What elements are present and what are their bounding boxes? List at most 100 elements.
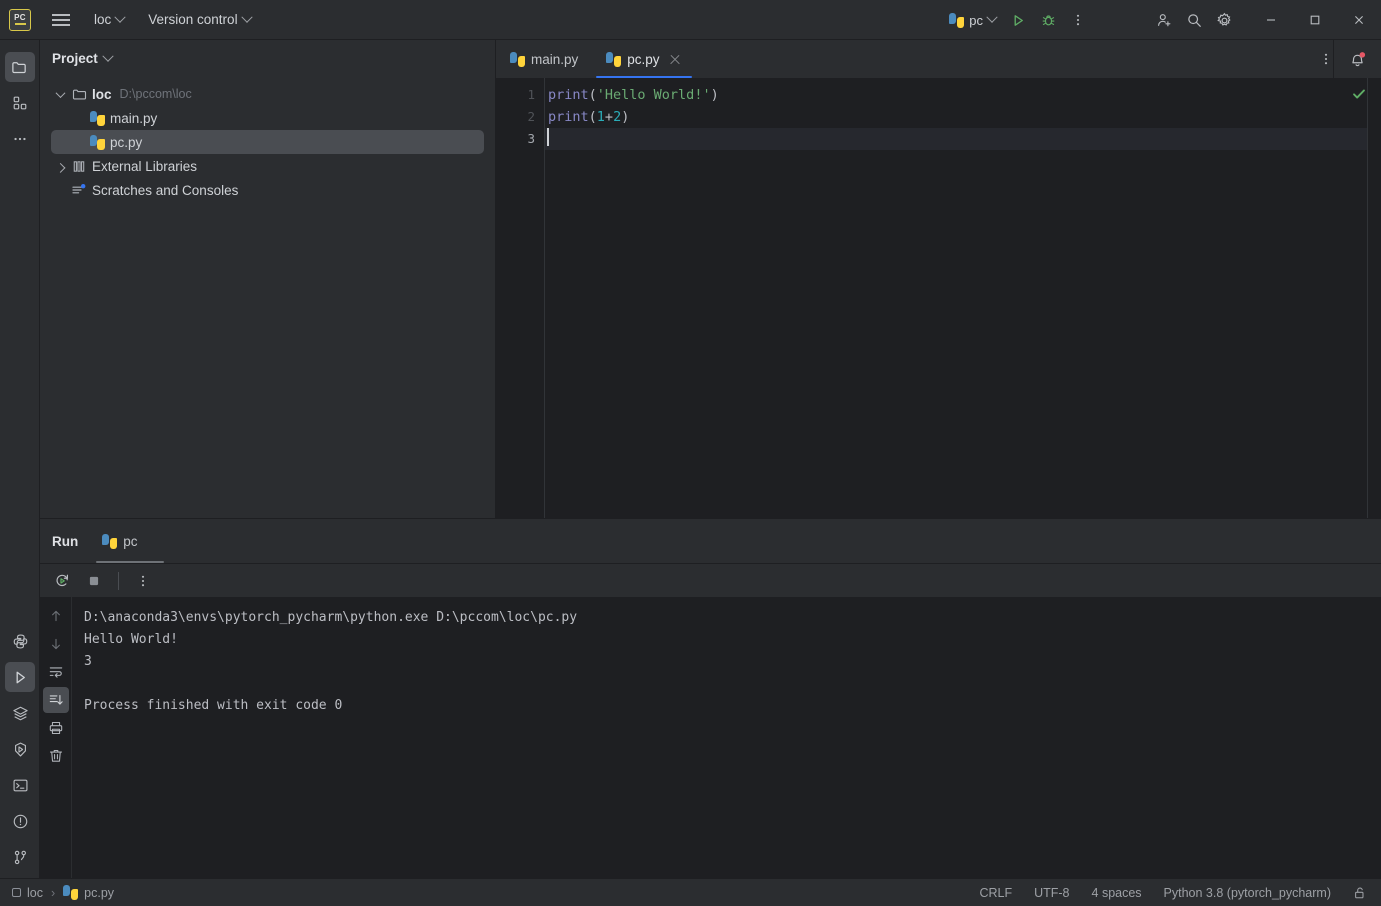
title-bar-right-group: pc	[942, 0, 1381, 40]
code-token: print	[548, 87, 589, 103]
project-tree: loc D:\pccom\loc main.py pc.py External …	[40, 77, 495, 202]
code-token: (	[588, 87, 597, 103]
breadcrumb-project[interactable]: loc	[27, 886, 43, 900]
more-actions-button[interactable]	[1063, 5, 1093, 35]
add-user-icon[interactable]	[1149, 5, 1179, 35]
console-side-toolbar	[40, 597, 72, 879]
run-configuration-selector[interactable]: pc	[942, 7, 1003, 33]
editor-options-button[interactable]	[1319, 40, 1333, 78]
tree-node-loc[interactable]: loc D:\pccom\loc	[51, 82, 484, 106]
breadcrumb[interactable]: loc › pc.py	[12, 885, 114, 900]
folder-icon	[69, 87, 89, 102]
maximize-icon[interactable]	[1293, 0, 1337, 40]
chevron-down-icon	[240, 11, 253, 23]
error-stripe-gutter[interactable]	[1367, 78, 1381, 518]
version-control-widget[interactable]: Version control	[140, 7, 258, 33]
chevron-down-icon[interactable]	[102, 50, 114, 62]
run-panel-title: Run	[52, 533, 79, 549]
encoding-widget[interactable]: UTF-8	[1034, 886, 1069, 900]
sidebar-item-problems[interactable]	[5, 806, 35, 836]
clear-all-button[interactable]	[43, 743, 69, 769]
breadcrumb-file[interactable]: pc.py	[84, 886, 114, 900]
indent-widget[interactable]: 4 spaces	[1092, 886, 1142, 900]
chevron-collapsed-icon[interactable]	[51, 162, 69, 173]
chevron-down-icon	[986, 11, 998, 23]
tab-label: main.py	[531, 51, 579, 67]
sidebar-item-more[interactable]	[5, 124, 35, 154]
run-toolbar	[40, 563, 1381, 597]
sidebar-item-python-console[interactable]	[5, 626, 35, 656]
close-icon[interactable]	[668, 52, 682, 66]
line-number-gutter: 1 2 3	[496, 78, 544, 518]
tree-node-scratches[interactable]: Scratches and Consoles	[51, 178, 484, 202]
tree-node-label: pc.py	[110, 134, 143, 150]
line-separator-widget[interactable]: CRLF	[979, 886, 1012, 900]
logo-text: PC	[14, 13, 26, 22]
print-button[interactable]	[43, 715, 69, 741]
sidebar-item-project[interactable]	[4, 52, 35, 82]
sidebar-item-terminal[interactable]	[5, 770, 35, 800]
inspection-ok-icon[interactable]	[1351, 86, 1367, 102]
activity-bar-bottom-group	[0, 620, 40, 872]
python-icon	[102, 533, 118, 549]
close-icon[interactable]	[1337, 0, 1381, 40]
code-token: )	[710, 87, 719, 103]
scratches-icon	[69, 182, 89, 198]
module-icon	[12, 888, 21, 897]
rerun-button[interactable]	[48, 567, 76, 595]
line-number: 3	[527, 131, 535, 146]
chevron-expanded-icon[interactable]	[51, 87, 69, 98]
scroll-to-end-button[interactable]	[42, 687, 69, 713]
hamburger-line	[52, 18, 70, 21]
activity-bar	[0, 40, 40, 878]
scroll-up-button[interactable]	[43, 603, 69, 629]
sidebar-item-services[interactable]	[5, 698, 35, 728]
console-area: D:\anaconda3\envs\pytorch_pycharm\python…	[40, 597, 1381, 879]
sidebar-item-coverage[interactable]	[5, 734, 35, 764]
sidebar-item-version-control[interactable]	[5, 842, 35, 872]
project-selector[interactable]: loc	[86, 7, 132, 33]
code-token: 1	[596, 109, 605, 125]
python-icon	[949, 12, 965, 28]
tree-node-pc-py[interactable]: pc.py	[51, 130, 484, 154]
unlocked-icon[interactable]	[1353, 886, 1367, 900]
soft-wrap-button[interactable]	[43, 659, 69, 685]
code-token: 'Hello World!'	[596, 87, 711, 103]
debug-button[interactable]	[1033, 5, 1063, 35]
code-editor[interactable]: 1 2 3 print('Hello World!') print(1+2)	[496, 78, 1381, 518]
console-output[interactable]: D:\anaconda3\envs\pytorch_pycharm\python…	[72, 597, 1381, 879]
hamburger-line	[52, 13, 70, 16]
interpreter-widget[interactable]: Python 3.8 (pytorch_pycharm)	[1164, 886, 1331, 900]
status-bar-right-group: CRLF UTF-8 4 spaces Python 3.8 (pytorch_…	[979, 886, 1381, 900]
minimize-icon[interactable]	[1249, 0, 1293, 40]
python-icon	[606, 51, 622, 67]
status-bar: loc › pc.py CRLF UTF-8 4 spaces Python 3…	[0, 878, 1381, 906]
tab-pc-py[interactable]: pc.py	[592, 40, 696, 78]
tree-node-external-libraries[interactable]: External Libraries	[51, 154, 484, 178]
editor-tab-strip: main.py pc.py	[496, 40, 1381, 78]
line-number: 1	[527, 87, 535, 102]
tree-node-main-py[interactable]: main.py	[51, 106, 484, 130]
code-line-2: print(1+2)	[545, 106, 1381, 128]
run-tab-pc[interactable]: pc	[92, 519, 167, 563]
python-icon	[510, 51, 525, 67]
run-panel-header: Run pc	[40, 519, 1381, 563]
run-more-options-button[interactable]	[129, 567, 157, 595]
gear-icon[interactable]	[1209, 5, 1239, 35]
search-icon[interactable]	[1179, 5, 1209, 35]
text-caret	[547, 128, 549, 146]
sidebar-item-run[interactable]	[5, 662, 35, 692]
close-icon[interactable]	[144, 534, 158, 548]
python-icon	[87, 134, 107, 150]
sidebar-item-structure[interactable]	[5, 88, 35, 118]
run-button[interactable]	[1003, 5, 1033, 35]
tree-node-label: External Libraries	[92, 158, 198, 174]
code-lines[interactable]: print('Hello World!') print(1+2)	[544, 78, 1381, 518]
main-menu-button[interactable]	[44, 3, 78, 37]
scroll-down-button[interactable]	[43, 631, 69, 657]
stop-button[interactable]	[80, 567, 108, 595]
tab-main-py[interactable]: main.py	[496, 40, 592, 78]
code-line-3	[545, 128, 1381, 150]
tab-label: pc.py	[627, 51, 660, 67]
notifications-button[interactable]	[1333, 40, 1381, 78]
